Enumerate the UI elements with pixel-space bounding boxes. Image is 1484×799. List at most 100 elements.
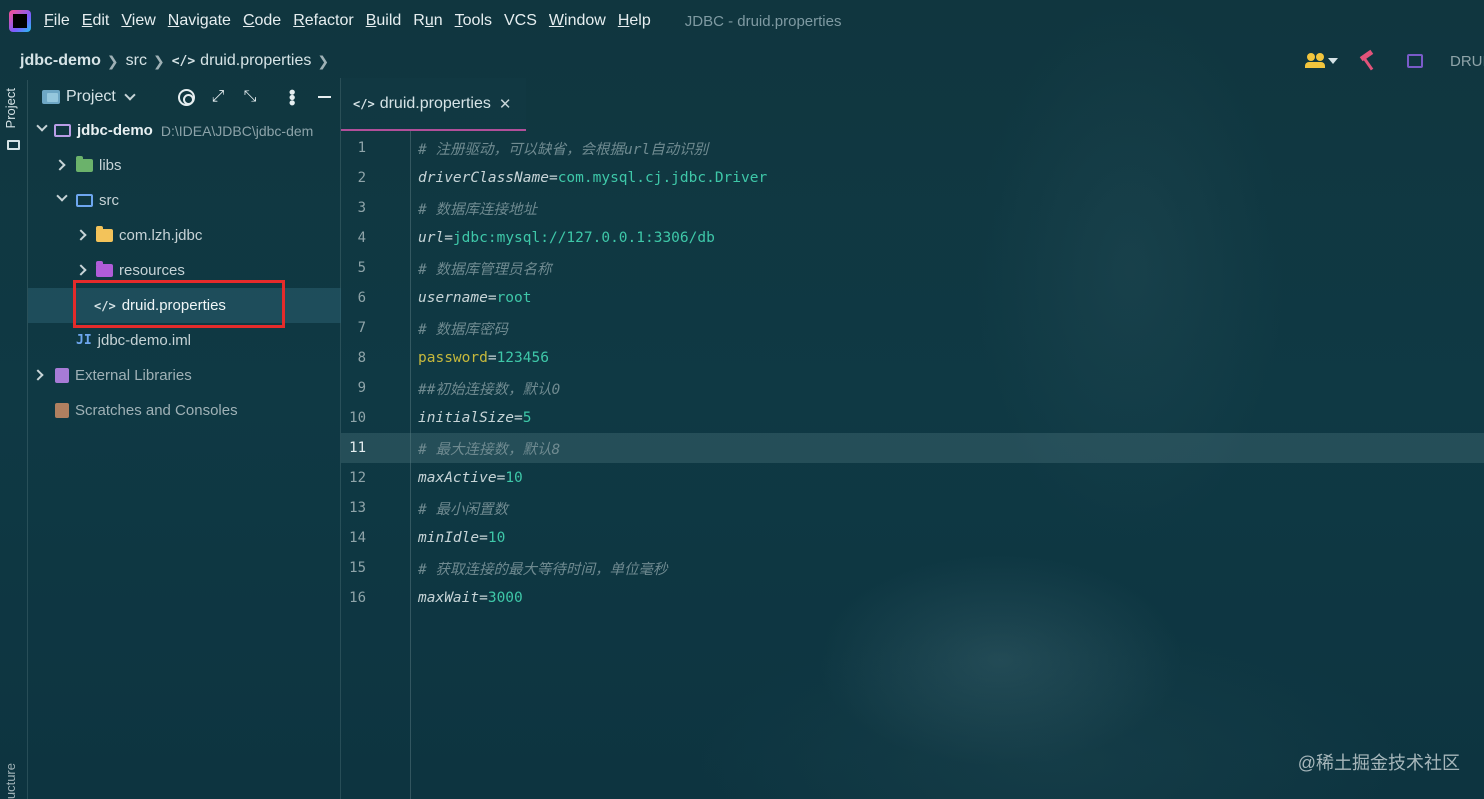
code-text: # 获取连接的最大等待时间，单位毫秒 [418,558,667,579]
menu-code[interactable]: Code [243,12,281,30]
properties-file-icon: </> [94,298,116,313]
menu-tools[interactable]: Tools [455,12,492,30]
chevron-down-icon[interactable] [56,190,68,202]
breadcrumb-src[interactable]: src [126,52,147,70]
project-view-selector[interactable]: Project [66,88,116,106]
menu-view[interactable]: View [121,12,155,30]
tree-item-scratches[interactable]: Scratches and Consoles [28,393,341,428]
code-text: initialSize=5 [418,410,532,426]
code-comment: # 数据库密码 [418,321,508,338]
tree-item-libs[interactable]: libs [28,148,341,183]
line-number: 16 [349,590,366,606]
tree-item-label: druid.properties [121,297,226,314]
line-number: 2 [357,170,366,186]
menu-navigate[interactable]: Navigate [168,12,231,30]
code-line[interactable]: 9 ##初始连接数，默认0 [341,373,1484,403]
code-line[interactable]: 10 initialSize=5 [341,403,1484,433]
code-line[interactable]: 14 minIdle=10 [341,523,1484,553]
chevron-right-icon: ❯ [152,52,165,69]
menu-help[interactable]: Help [618,12,651,30]
code-line[interactable]: 8 password=123456 [341,343,1484,373]
menu-window[interactable]: Window [549,12,606,30]
scratches-icon [55,403,69,418]
code-text: username=root [418,290,532,306]
property-value: 10 [505,470,523,486]
property-key: maxActive [418,470,497,486]
code-text: password=123456 [418,350,549,366]
editor-tab-bar: </> druid.properties ✕ [341,78,1484,131]
equals-sign: = [479,530,488,546]
tree-item-com-lzh-jdbc[interactable]: com.lzh.jdbc [28,218,341,253]
code-with-me-icon[interactable] [1305,51,1339,71]
code-line[interactable]: 3 # 数据库连接地址 [341,193,1484,223]
library-folder-icon [76,156,93,172]
editor-tab-druid-properties[interactable]: </> druid.properties ✕ [341,78,526,131]
code-comment: ##初始连接数，默认0 [418,381,561,398]
breadcrumb-project[interactable]: jdbc-demo [20,52,101,70]
menu-build[interactable]: Build [366,12,402,30]
tree-item-external-libraries[interactable]: External Libraries [28,358,341,393]
code-line[interactable]: 7 # 数据库密码 [341,313,1484,343]
chevron-down-icon[interactable] [36,120,48,132]
code-line[interactable]: 1 # 注册驱动，可以缺省，会根据url自动识别 [341,133,1484,163]
collapse-all-icon[interactable]: ⤡ [240,87,260,107]
tree-item-jdbc-demo[interactable]: jdbc-demo D:\IDEA\JDBC\jdbc-dem [28,113,341,148]
code-text: driverClassName=com.mysql.cj.jdbc.Driver [418,170,767,186]
run-configuration-selector[interactable]: DRUI [1450,53,1484,70]
code-line[interactable]: 13 # 最小闲置数 [341,493,1484,523]
external-libraries-icon [55,368,69,383]
code-line[interactable]: 15 # 获取连接的最大等待时间，单位毫秒 [341,553,1484,583]
menu-run[interactable]: Run [413,12,442,30]
chevron-right-icon[interactable] [75,264,87,276]
property-value: root [496,290,532,306]
code-line[interactable]: 5 # 数据库管理员名称 [341,253,1484,283]
code-text: maxWait=3000 [418,590,523,606]
equals-sign: = [487,290,497,306]
line-number: 1 [357,140,366,156]
code-line[interactable]: 16 maxWait=3000 [341,583,1484,613]
code-line[interactable]: 11 # 最大连接数，默认8 [341,433,1484,463]
breadcrumb-file[interactable]: druid.properties [200,52,311,70]
chevron-right-icon[interactable] [32,369,44,381]
code-text: # 数据库密码 [418,318,508,339]
module-path: D:\IDEA\JDBC\jdbc-dem [160,122,314,139]
hide-panel-button[interactable] [314,87,334,107]
line-number: 8 [357,350,366,366]
tree-item-resources[interactable]: resources [28,253,341,288]
chevron-right-icon[interactable] [54,159,66,171]
build-hammer-icon[interactable] [1357,49,1377,71]
property-value: 10 [487,530,506,546]
resources-folder-icon [96,261,113,277]
menu-vcs[interactable]: VCS [504,12,537,30]
menu-refactor[interactable]: Refactor [293,12,353,30]
code-text: # 注册驱动，可以缺省，会根据url自动识别 [418,138,708,159]
properties-file-icon: </> [353,96,375,111]
code-text: maxActive=10 [418,470,523,486]
iml-file-icon: JI [76,333,92,348]
code-line[interactable]: 6 username=root [341,283,1484,313]
equals-sign: = [479,590,488,606]
chevron-down-icon[interactable] [124,89,136,101]
chevron-right-icon[interactable] [75,229,87,241]
options-menu-icon[interactable]: ••• [282,87,302,107]
tree-item-label: src [99,192,119,209]
code-line[interactable]: 2 driverClassName=com.mysql.cj.jdbc.Drive… [341,163,1484,193]
property-key: driverClassName [418,170,549,186]
code-line[interactable]: 12 maxActive=10 [341,463,1484,493]
code-text: ##初始连接数，默认0 [418,378,560,399]
menu-edit[interactable]: Edit [82,12,110,30]
run-configuration-icon[interactable] [1407,54,1423,68]
tree-item-src[interactable]: src [28,183,341,218]
line-number: 15 [349,560,366,576]
menu-file[interactable]: File [44,12,70,30]
tree-item-druid-properties[interactable]: </> druid.properties [28,288,341,323]
close-icon[interactable]: ✕ [499,95,512,113]
tree-item-jdbc-demo-iml[interactable]: JI jdbc-demo.iml [28,323,341,358]
project-tool-icon[interactable] [7,140,20,150]
project-tool-tab[interactable]: Project [3,88,18,128]
structure-tool-tab[interactable]: ucture [3,763,18,799]
project-view-icon [42,90,60,104]
code-line[interactable]: 4 url=jdbc:mysql://127.0.0.1:3306/db [341,223,1484,253]
expand-all-icon[interactable]: ⤢ [208,87,228,107]
select-opened-file-button[interactable] [176,87,196,107]
